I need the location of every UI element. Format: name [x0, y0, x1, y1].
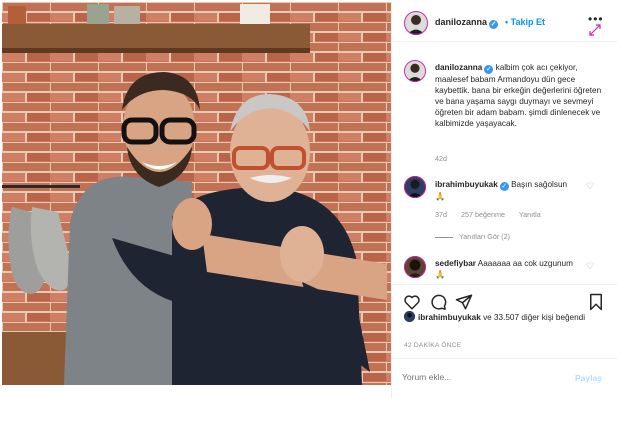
comment-icon[interactable] — [429, 293, 447, 311]
comment-text-block: sedefiybar Aaaaaaa aa cok uzgunum🙏 — [435, 258, 575, 280]
comment-avatar[interactable] — [404, 176, 426, 198]
caption-meta: 42d — [435, 154, 459, 163]
comment-like-heart-icon[interactable]: ♡ — [586, 181, 594, 192]
author-username[interactable]: danilozanna — [435, 17, 487, 27]
liker-avatar[interactable] — [404, 311, 415, 322]
caption-age[interactable]: 42d — [435, 154, 447, 163]
follow-button-label: Takip Et — [510, 17, 546, 27]
author-username-row: danilozanna ✓ — [435, 17, 499, 29]
caption-avatar[interactable] — [404, 60, 426, 82]
comment-likes[interactable]: 257 beğenme — [461, 210, 505, 219]
post-header: danilozanna ✓ • Takip Et ••• — [392, 2, 617, 42]
view-replies-button[interactable]: Yanıtları Gör (2) — [459, 232, 510, 241]
caption-text-block: danilozanna ✓ kalbim çok acı çekiyor, maa… — [435, 62, 609, 129]
comment-reply-button[interactable]: Yanıtla — [519, 210, 541, 219]
bookmark-icon[interactable] — [587, 293, 605, 311]
verified-icon: ✓ — [484, 65, 494, 74]
comment-age[interactable]: 37d — [435, 210, 447, 219]
instagram-post-card: danilozanna ✓ • Takip Et ••• danilozanna ✓… — [0, 0, 628, 422]
post-photo-image — [2, 2, 391, 385]
comment-username[interactable]: ibrahimbuyukak — [435, 180, 498, 189]
follow-button[interactable]: • Takip Et — [505, 17, 545, 27]
comments-list: danilozanna ✓ kalbim çok acı çekiyor, maa… — [392, 42, 617, 282]
add-comment-bar: Paylaş — [392, 358, 617, 398]
share-icon[interactable] — [455, 293, 473, 311]
likes-rest[interactable]: ve 33.507 diğer kişi beğendi — [483, 313, 585, 322]
comment-username[interactable]: sedefiybar — [435, 259, 476, 268]
post-side-panel: danilozanna ✓ • Takip Et ••• danilozanna ✓… — [391, 2, 617, 398]
heart-icon[interactable] — [403, 293, 421, 311]
post-time-ago[interactable]: 42 DAKİKA ÖNCE — [404, 342, 461, 349]
view-replies-row: Yanıtları Gör (2) — [435, 232, 522, 241]
comment-text-block: ibrahimbuyukak ✓ Başın sağolsun🙏 — [435, 179, 570, 202]
add-comment-input[interactable] — [402, 372, 552, 382]
likes-username[interactable]: ibrahimbuyukak — [418, 313, 481, 322]
verified-icon: ✓ — [489, 20, 499, 29]
verified-icon: ✓ — [499, 182, 509, 191]
caption-username[interactable]: danilozanna — [435, 63, 482, 72]
author-avatar[interactable] — [404, 11, 428, 35]
comment-avatar[interactable] — [404, 256, 426, 278]
expand-icon[interactable] — [589, 24, 601, 36]
page-background — [0, 386, 391, 422]
comment-meta: 37d 257 beğenme Yanıtla — [435, 210, 553, 219]
post-comment-button[interactable]: Paylaş — [575, 373, 602, 383]
post-photo[interactable] — [2, 2, 391, 385]
replies-divider — [435, 236, 453, 238]
likes-summary: ibrahimbuyukak ve 33.507 diğer kişi beğe… — [404, 311, 585, 323]
comment-like-heart-icon[interactable]: ♡ — [586, 261, 594, 272]
caption-text: kalbim çok acı çekiyor, maalesef babam A… — [435, 63, 602, 128]
